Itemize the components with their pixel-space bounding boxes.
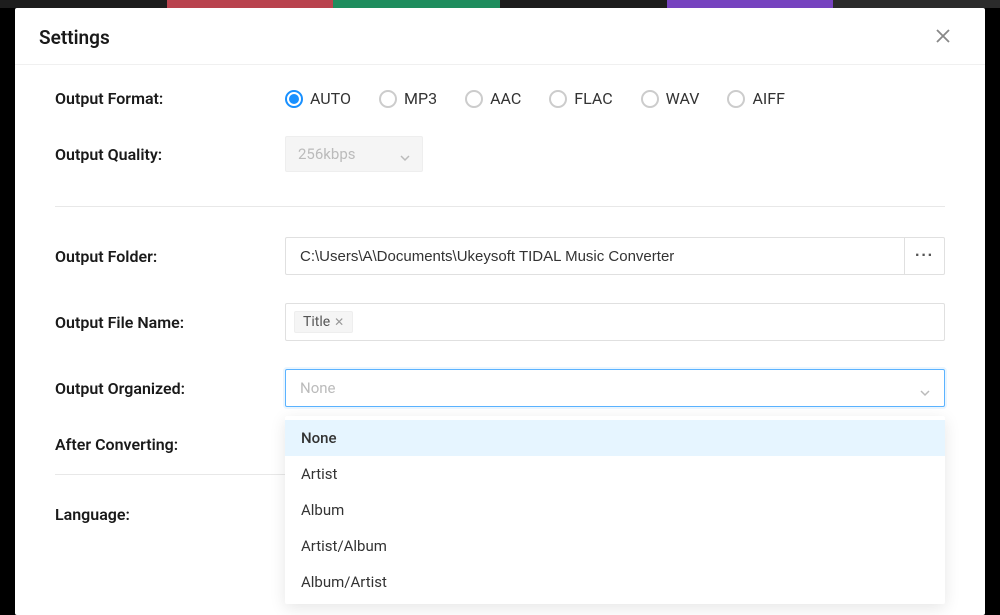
modal-title: Settings bbox=[39, 26, 110, 49]
radio-icon bbox=[379, 90, 397, 108]
dropdown-item[interactable]: Artist/Album bbox=[285, 528, 945, 564]
radio-icon bbox=[549, 90, 567, 108]
output-filename-row: Output File Name: Title ✕ bbox=[55, 303, 945, 341]
close-button[interactable] bbox=[929, 24, 957, 50]
output-quality-row: Output Quality: 256kbps bbox=[55, 136, 945, 172]
format-radio-flac[interactable]: FLAC bbox=[549, 89, 612, 108]
output-format-label: Output Format: bbox=[55, 89, 285, 108]
filename-tag-input[interactable]: Title ✕ bbox=[285, 303, 945, 341]
organized-value: None bbox=[300, 379, 336, 397]
after-converting-label: After Converting: bbox=[55, 435, 285, 454]
output-filename-label: Output File Name: bbox=[55, 313, 285, 332]
tag-remove-icon[interactable]: ✕ bbox=[334, 315, 344, 329]
language-label: Language: bbox=[55, 505, 285, 524]
radio-label: AUTO bbox=[310, 89, 351, 108]
radio-label: AAC bbox=[490, 89, 521, 108]
organized-select[interactable]: None NoneArtistAlbumArtist/AlbumAlbum/Ar… bbox=[285, 369, 945, 407]
filename-tag: Title ✕ bbox=[294, 311, 353, 333]
format-radio-mp3[interactable]: MP3 bbox=[379, 89, 437, 108]
modal-header: Settings bbox=[15, 8, 985, 65]
quality-select: 256kbps bbox=[285, 136, 423, 172]
format-radio-group: AUTO MP3 AAC FLAC WAV AIFF bbox=[285, 89, 945, 108]
output-folder-row: Output Folder: ··· bbox=[55, 237, 945, 275]
dropdown-item[interactable]: Album/Artist bbox=[285, 564, 945, 600]
organized-controls: None NoneArtistAlbumArtist/AlbumAlbum/Ar… bbox=[285, 369, 945, 407]
background-blur bbox=[0, 0, 1000, 8]
quality-value: 256kbps bbox=[298, 145, 355, 163]
radio-icon bbox=[641, 90, 659, 108]
radio-icon bbox=[465, 90, 483, 108]
output-folder-input[interactable] bbox=[285, 237, 905, 275]
radio-label: MP3 bbox=[404, 89, 437, 108]
dropdown-item[interactable]: Album bbox=[285, 492, 945, 528]
section-divider bbox=[55, 206, 945, 207]
dropdown-item[interactable]: None bbox=[285, 420, 945, 456]
settings-modal: Settings Output Format: AUTO MP3 AAC FLAC WA… bbox=[15, 8, 985, 615]
browse-folder-button[interactable]: ··· bbox=[905, 237, 945, 275]
output-format-row: Output Format: AUTO MP3 AAC FLAC WAV AIFF bbox=[55, 89, 945, 108]
dropdown-item[interactable]: Artist bbox=[285, 456, 945, 492]
output-organized-label: Output Organized: bbox=[55, 379, 285, 398]
output-organized-row: Output Organized: None NoneArtistAlbumAr… bbox=[55, 369, 945, 407]
quality-controls: 256kbps bbox=[285, 136, 945, 172]
radio-label: FLAC bbox=[574, 89, 612, 108]
organized-dropdown: NoneArtistAlbumArtist/AlbumAlbum/Artist bbox=[285, 416, 945, 604]
output-folder-label: Output Folder: bbox=[55, 247, 285, 266]
folder-input-group: ··· bbox=[285, 237, 945, 275]
output-quality-label: Output Quality: bbox=[55, 145, 285, 164]
radio-label: WAV bbox=[666, 89, 700, 108]
format-radio-auto[interactable]: AUTO bbox=[285, 89, 351, 108]
settings-content: Output Format: AUTO MP3 AAC FLAC WAV AIFF Out… bbox=[15, 65, 985, 524]
radio-icon bbox=[727, 90, 745, 108]
format-radio-wav[interactable]: WAV bbox=[641, 89, 700, 108]
radio-icon bbox=[285, 90, 303, 108]
chevron-down-icon bbox=[920, 383, 930, 393]
close-icon bbox=[935, 24, 951, 49]
format-radio-aac[interactable]: AAC bbox=[465, 89, 521, 108]
tag-label: Title bbox=[303, 314, 330, 330]
chevron-down-icon bbox=[400, 149, 410, 159]
format-radio-aiff[interactable]: AIFF bbox=[727, 89, 784, 108]
filename-controls: Title ✕ bbox=[285, 303, 945, 341]
radio-label: AIFF bbox=[752, 89, 784, 108]
